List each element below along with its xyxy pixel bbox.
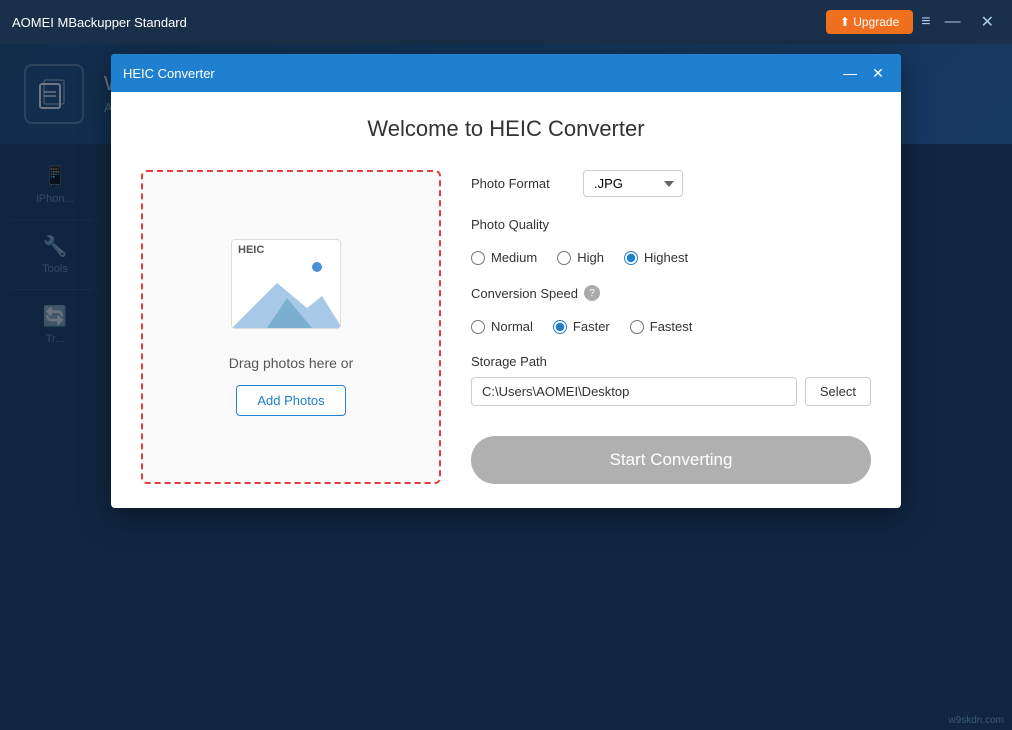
photo-quality-options: Medium High Highest: [471, 250, 871, 265]
path-input-row: Select: [471, 377, 871, 406]
conversion-speed-group: Conversion Speed ? Normal Faster: [471, 285, 871, 334]
dialog-close-button[interactable]: ✕: [867, 62, 889, 84]
dialog-columns: HEIC Drag photos here or Add Photos: [141, 170, 871, 484]
upgrade-button[interactable]: ⬆ Upgrade: [826, 10, 913, 34]
speed-normal-option[interactable]: Normal: [471, 319, 533, 334]
speed-normal-radio[interactable]: [471, 320, 485, 334]
photo-quality-label: Photo Quality: [471, 217, 871, 232]
storage-path-label: Storage Path: [471, 354, 871, 369]
title-bar: AOMEI MBackupper Standard ⬆ Upgrade ≡ — …: [0, 0, 1012, 44]
quality-medium-option[interactable]: Medium: [471, 250, 537, 265]
photo-format-row: Photo Format .JPG .PNG .BMP: [471, 170, 871, 197]
dialog-minimize-button[interactable]: —: [839, 62, 861, 84]
quality-medium-radio[interactable]: [471, 251, 485, 265]
heic-preview: HEIC: [231, 239, 351, 339]
drop-zone[interactable]: HEIC Drag photos here or Add Photos: [141, 170, 441, 484]
heic-converter-dialog: HEIC Converter — ✕ Welcome to HEIC Conve…: [111, 54, 901, 508]
dialog-heading: Welcome to HEIC Converter: [141, 116, 871, 142]
photo-format-select[interactable]: .JPG .PNG .BMP: [583, 170, 683, 197]
conversion-speed-label: Conversion Speed ?: [471, 285, 871, 301]
dialog-body: Welcome to HEIC Converter HEIC: [111, 92, 901, 508]
heic-card: HEIC: [231, 239, 341, 329]
watermark: w9skdn.com: [948, 715, 1004, 726]
dialog-title: HEIC Converter: [123, 66, 215, 81]
settings-panel: Photo Format .JPG .PNG .BMP Photo Qualit…: [471, 170, 871, 484]
speed-fastest-radio[interactable]: [630, 320, 644, 334]
heic-label: HEIC: [232, 240, 340, 260]
conversion-speed-options: Normal Faster Fastest: [471, 319, 871, 334]
quality-highest-radio[interactable]: [624, 251, 638, 265]
menu-icon[interactable]: ≡: [921, 13, 930, 31]
photo-format-label: Photo Format: [471, 176, 571, 191]
photo-quality-group: Photo Quality Medium High: [471, 217, 871, 265]
minimize-button[interactable]: —: [939, 11, 967, 33]
speed-fastest-option[interactable]: Fastest: [630, 319, 693, 334]
quality-high-option[interactable]: High: [557, 250, 604, 265]
close-button[interactable]: ✕: [975, 10, 1000, 34]
dialog-window-buttons: — ✕: [839, 62, 889, 84]
dialog-titlebar: HEIC Converter — ✕: [111, 54, 901, 92]
storage-path-input[interactable]: [471, 377, 797, 406]
dialog-overlay: HEIC Converter — ✕ Welcome to HEIC Conve…: [0, 44, 1012, 730]
storage-path-row: Storage Path Select: [471, 354, 871, 406]
quality-highest-option[interactable]: Highest: [624, 250, 688, 265]
speed-faster-option[interactable]: Faster: [553, 319, 610, 334]
conversion-speed-help-icon[interactable]: ?: [584, 285, 600, 301]
select-path-button[interactable]: Select: [805, 377, 871, 406]
app-title: AOMEI MBackupper Standard: [12, 15, 187, 30]
speed-faster-radio[interactable]: [553, 320, 567, 334]
start-converting-button[interactable]: Start Converting: [471, 436, 871, 484]
add-photos-button[interactable]: Add Photos: [236, 385, 345, 416]
title-bar-right: ⬆ Upgrade ≡ — ✕: [826, 10, 1000, 34]
drop-text: Drag photos here or: [229, 355, 354, 371]
quality-high-radio[interactable]: [557, 251, 571, 265]
title-bar-left: AOMEI MBackupper Standard: [12, 15, 187, 30]
